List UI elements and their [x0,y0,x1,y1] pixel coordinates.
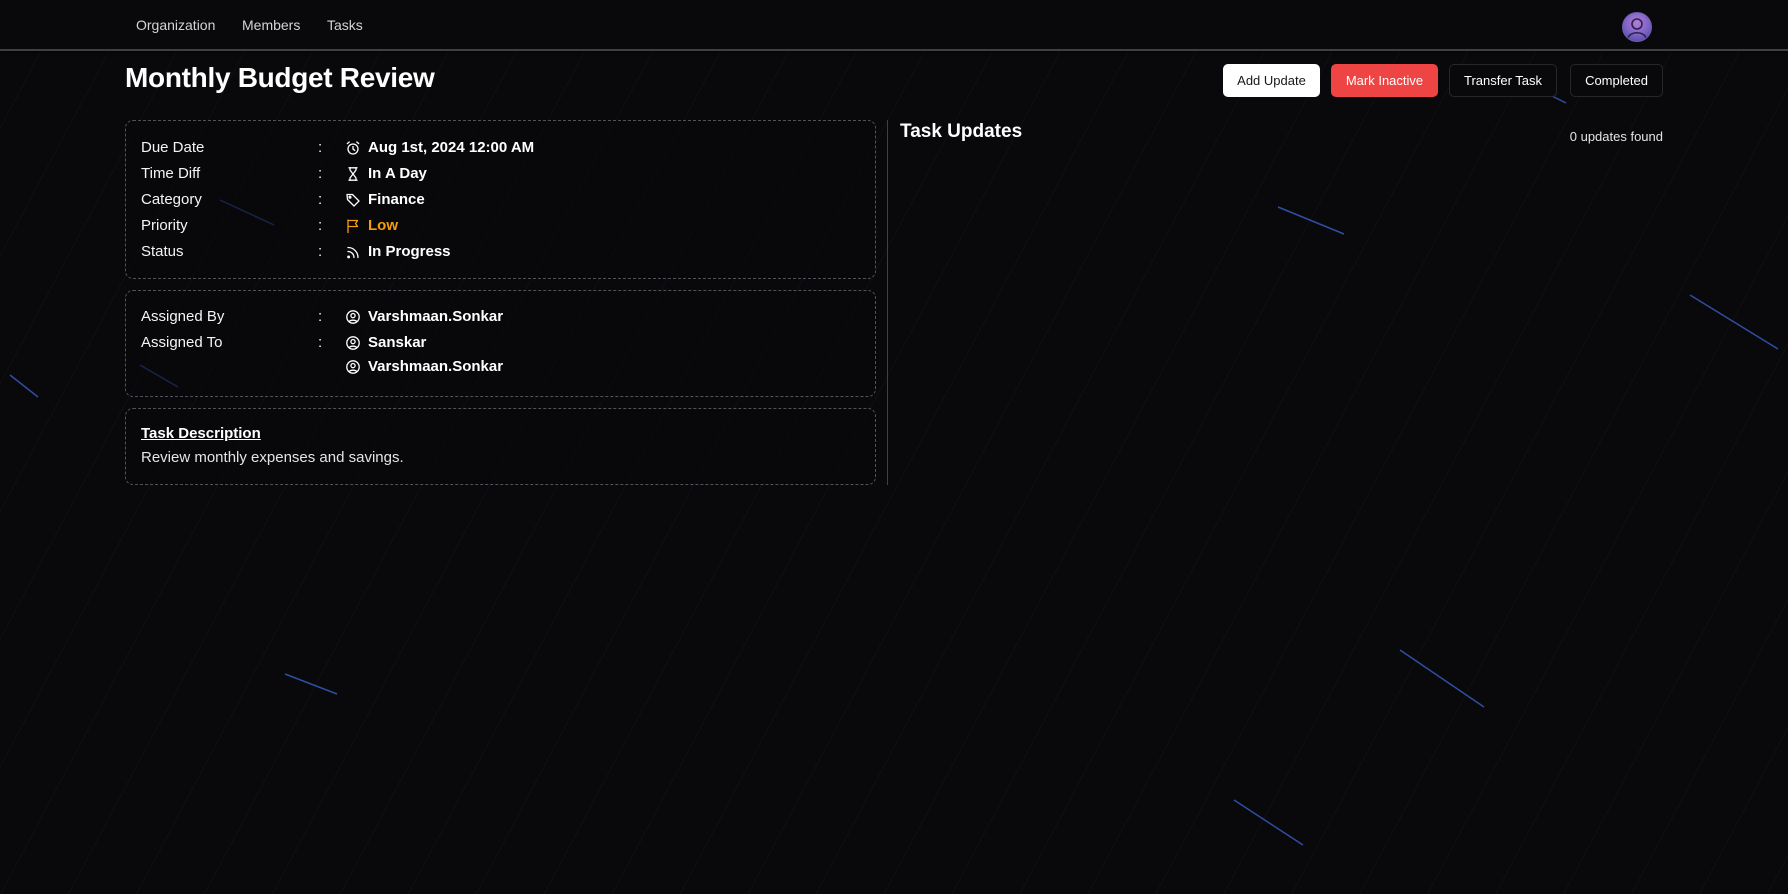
task-description-heading: Task Description [141,425,261,442]
tag-icon [346,193,360,207]
separator-colon: : [318,217,323,234]
mark-inactive-button[interactable]: Mark Inactive [1331,64,1438,97]
task-detail-page: Monthly Budget Review Add Update Mark In… [0,0,1788,894]
priority-row: Priority : Low [141,215,861,237]
time-diff-row: Time Diff : In A Day [141,163,861,185]
separator-colon: : [318,139,323,156]
task-assignment-card: Assigned By : Varshmaan.Sonkar Assigned … [125,290,876,397]
user-circle-icon [346,360,360,374]
status-value: In Progress [368,243,451,260]
transfer-task-button[interactable]: Transfer Task [1449,64,1557,97]
separator-colon: : [318,165,323,182]
task-details-card: Due Date : Aug 1st, 2024 12:00 AM Time D… [125,120,876,279]
assigned-by-label: Assigned By [141,308,225,325]
assigned-by-value: Varshmaan.Sonkar [368,308,504,325]
priority-label: Priority [141,217,188,234]
column-divider [887,120,888,485]
add-update-button[interactable]: Add Update [1223,64,1320,97]
status-label: Status [141,243,184,260]
due-date-row: Due Date : Aug 1st, 2024 12:00 AM [141,137,861,159]
user-circle-icon [346,310,360,324]
due-date-value: Aug 1st, 2024 12:00 AM [368,139,535,156]
assignee-name: Sanskar [368,334,427,351]
updates-count: 0 updates found [1569,129,1663,144]
assigned-to-row-2: Varshmaan.Sonkar [141,356,861,378]
top-navbar: Organization Members Tasks [0,0,1788,51]
category-label: Category [141,191,202,208]
time-diff-label: Time Diff [141,165,201,182]
task-description-card: Task Description Review monthly expenses… [125,408,876,485]
time-diff-value: In A Day [368,165,427,182]
rss-icon [347,246,359,259]
status-row: Status : In Progress [141,241,861,263]
category-row: Category : Finance [141,189,861,211]
separator-colon: : [318,334,323,351]
separator-colon: : [318,191,323,208]
user-avatar-icon [1627,18,1647,39]
hourglass-icon [348,167,358,181]
nav-link-tasks[interactable]: Tasks [327,17,363,33]
flag-icon [347,219,359,234]
completed-button[interactable]: Completed [1570,64,1663,97]
separator-colon: : [318,308,323,325]
assigned-to-label: Assigned To [141,334,223,351]
task-description-text: Review monthly expenses and savings. [141,449,404,466]
category-value: Finance [368,191,425,208]
user-circle-icon [346,336,360,350]
nav-link-organization[interactable]: Organization [136,17,215,33]
assigned-by-row: Assigned By : Varshmaan.Sonkar [141,306,861,328]
nav-link-members[interactable]: Members [242,17,300,33]
separator-colon: : [318,243,323,260]
task-updates-heading: Task Updates [900,121,1023,142]
assigned-to-row: Assigned To : Sanskar [141,332,861,354]
page-title: Monthly Budget Review [125,62,435,93]
alarm-clock-icon [346,141,360,155]
assignee-name: Varshmaan.Sonkar [368,358,504,375]
priority-value: Low [368,217,398,234]
due-date-label: Due Date [141,139,205,156]
user-avatar[interactable] [1622,12,1652,42]
